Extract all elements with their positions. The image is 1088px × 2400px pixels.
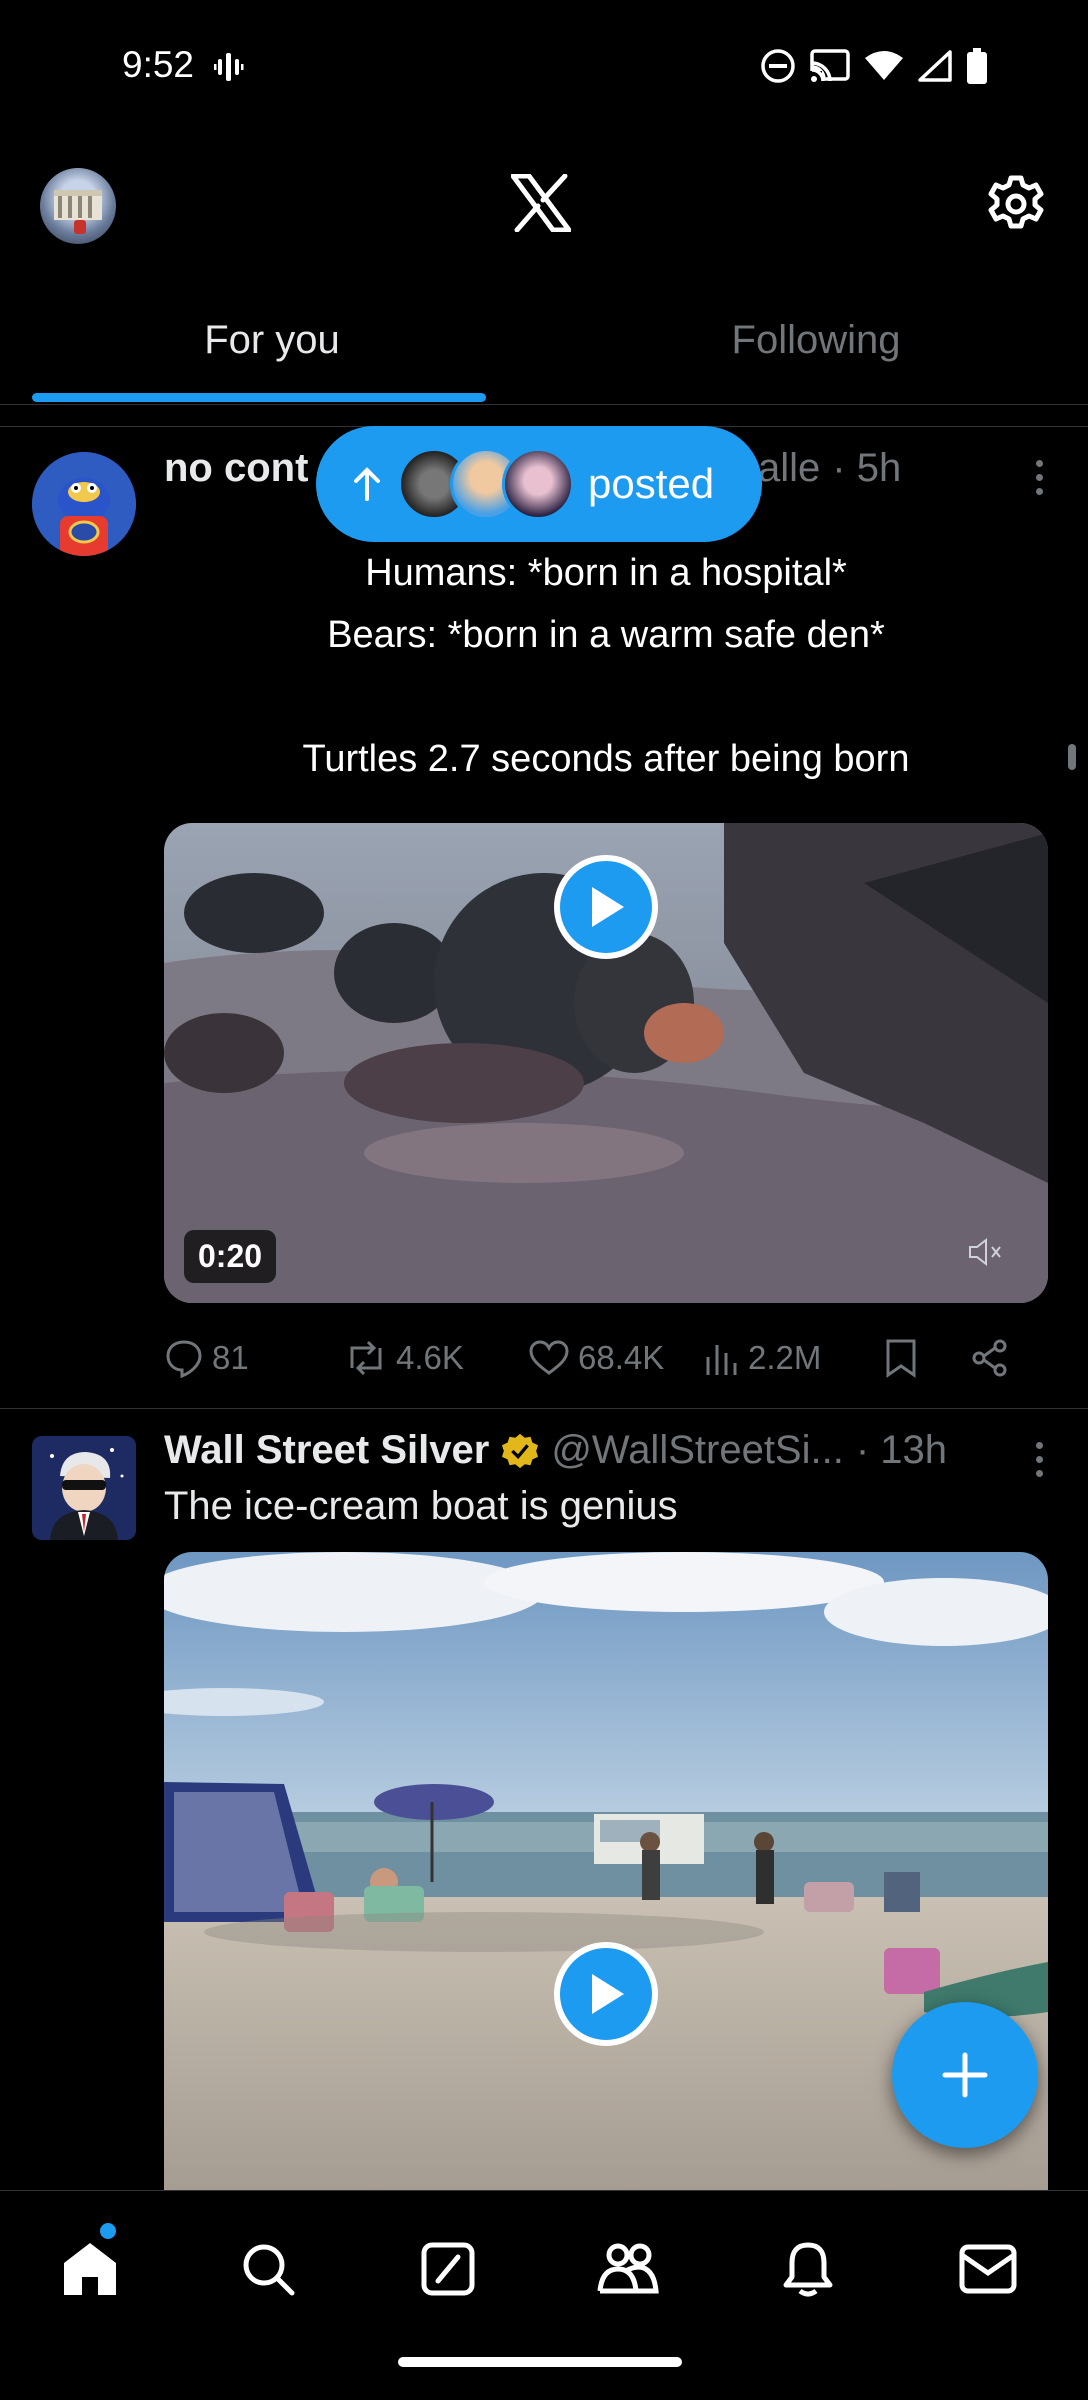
tab-active-indicator [32,393,486,402]
battery-icon [967,48,987,84]
repost-icon [350,1340,382,1376]
mascot-avatar-image [32,452,136,556]
heart-icon [529,1340,569,1375]
nav-messages[interactable] [952,2233,1024,2305]
play-button[interactable] [554,1942,658,2046]
new-posts-pill[interactable]: posted [316,426,762,542]
messages-icon [959,2244,1017,2294]
verified-badge-icon [502,1433,539,1468]
status-time: 9:52 [122,44,195,85]
tweet-2-handle[interactable]: @WallStreetSi... [551,1428,844,1473]
tweet-1-author-name[interactable]: no cont [164,446,308,491]
communities-icon [597,2243,659,2294]
tweet-2-text: The ice-cream boat is genius [164,1484,678,1528]
play-icon [592,1974,624,2014]
cast-icon [810,49,850,83]
tab-following[interactable]: Following [544,285,1088,404]
avatar-columns [58,196,62,218]
caption-line [164,666,1048,728]
caption-line: Humans: *born in a hospital* [365,552,847,594]
tweet-1[interactable]: no cont alle · 5h Humans: *born in a hos… [0,426,1088,1408]
video-duration: 0:20 [184,1230,277,1283]
reply-button[interactable]: 81 [164,1338,344,1378]
do-not-disturb-icon [761,49,795,83]
status-bar: 9:52 [0,0,1088,135]
poster-avatar [502,448,574,520]
tweet-1-handle[interactable]: alle [758,446,820,491]
home-icon [64,2243,116,2295]
tweet-1-caption-image: Humans: *born in a hospital* Bears: *bor… [164,542,1048,790]
tweet-1-video[interactable]: 0:20 [164,823,1048,1303]
tweet-1-actions: 81 4.6K 68.4K 2.2M [164,1328,1048,1388]
bottom-navigation [0,2190,1088,2400]
play-icon [592,887,624,927]
compose-button[interactable] [892,2002,1038,2148]
plus-icon [942,2052,988,2098]
silver-avatar-image [32,1436,136,1540]
tweet-2-header: Wall Street Silver @WallStreetSi... · 13… [164,1428,947,1473]
nav-home[interactable] [54,2233,126,2305]
tweet-2-more-icon[interactable] [1036,1442,1048,1484]
bookmark-icon [886,1339,916,1378]
search-icon [243,2244,295,2296]
wifi-icon [865,51,903,80]
caption-line: Turtles 2.7 seconds after being born [302,738,910,780]
bookmark-button[interactable] [884,1338,970,1378]
notifications-icon [783,2242,833,2297]
tweet-2-author-name[interactable]: Wall Street Silver [164,1428,489,1473]
tweet-1-more-icon[interactable] [1036,460,1048,502]
tab-following-label: Following [731,318,901,362]
views-button[interactable]: 2.2M [704,1339,884,1377]
avatar-figure [74,220,86,234]
reply-icon [166,1340,202,1378]
timeline-tabs: For you Following [0,285,1088,405]
vibrate-icon [214,53,244,81]
app-header [0,140,1088,270]
tab-for-you-label: For you [204,318,340,362]
play-button[interactable] [554,855,658,959]
tweet-1-time: · 5h [832,446,902,490]
share-button[interactable] [970,1338,1010,1378]
tweet-1-avatar[interactable] [32,452,136,556]
reply-count: 81 [212,1339,249,1376]
home-indicator[interactable] [398,2357,682,2367]
grok-icon [421,2242,475,2296]
x-logo-icon [511,174,571,232]
like-button[interactable]: 68.4K [528,1339,704,1377]
gear-icon[interactable] [986,174,1046,234]
caption-line: Bears: *born in a warm safe den* [327,614,885,656]
nav-grok[interactable] [412,2233,484,2305]
repost-count: 4.6K [396,1339,464,1376]
views-count: 2.2M [748,1339,822,1376]
profile-avatar[interactable] [40,168,116,244]
tab-for-you[interactable]: For you [0,285,544,404]
views-icon [706,1345,737,1375]
arrow-up-icon [354,467,380,501]
signal-icon [918,50,952,82]
tweet-2-time: · 13h [855,1428,948,1472]
tweet-2-avatar[interactable] [32,1436,136,1540]
tweet-1-header: no cont [164,446,308,491]
posted-label: posted [588,460,715,507]
tweet-1-meta: alle · 5h [758,446,901,491]
repost-button[interactable]: 4.6K [344,1338,528,1378]
scrollbar[interactable] [1068,744,1076,770]
share-icon [972,1339,1007,1377]
nav-notifications[interactable] [772,2233,844,2305]
nav-search[interactable] [232,2233,304,2305]
like-count: 68.4K [578,1339,665,1376]
nav-communities[interactable] [592,2233,664,2305]
nav-home-badge [100,2223,116,2239]
mute-icon[interactable] [968,1237,1004,1267]
